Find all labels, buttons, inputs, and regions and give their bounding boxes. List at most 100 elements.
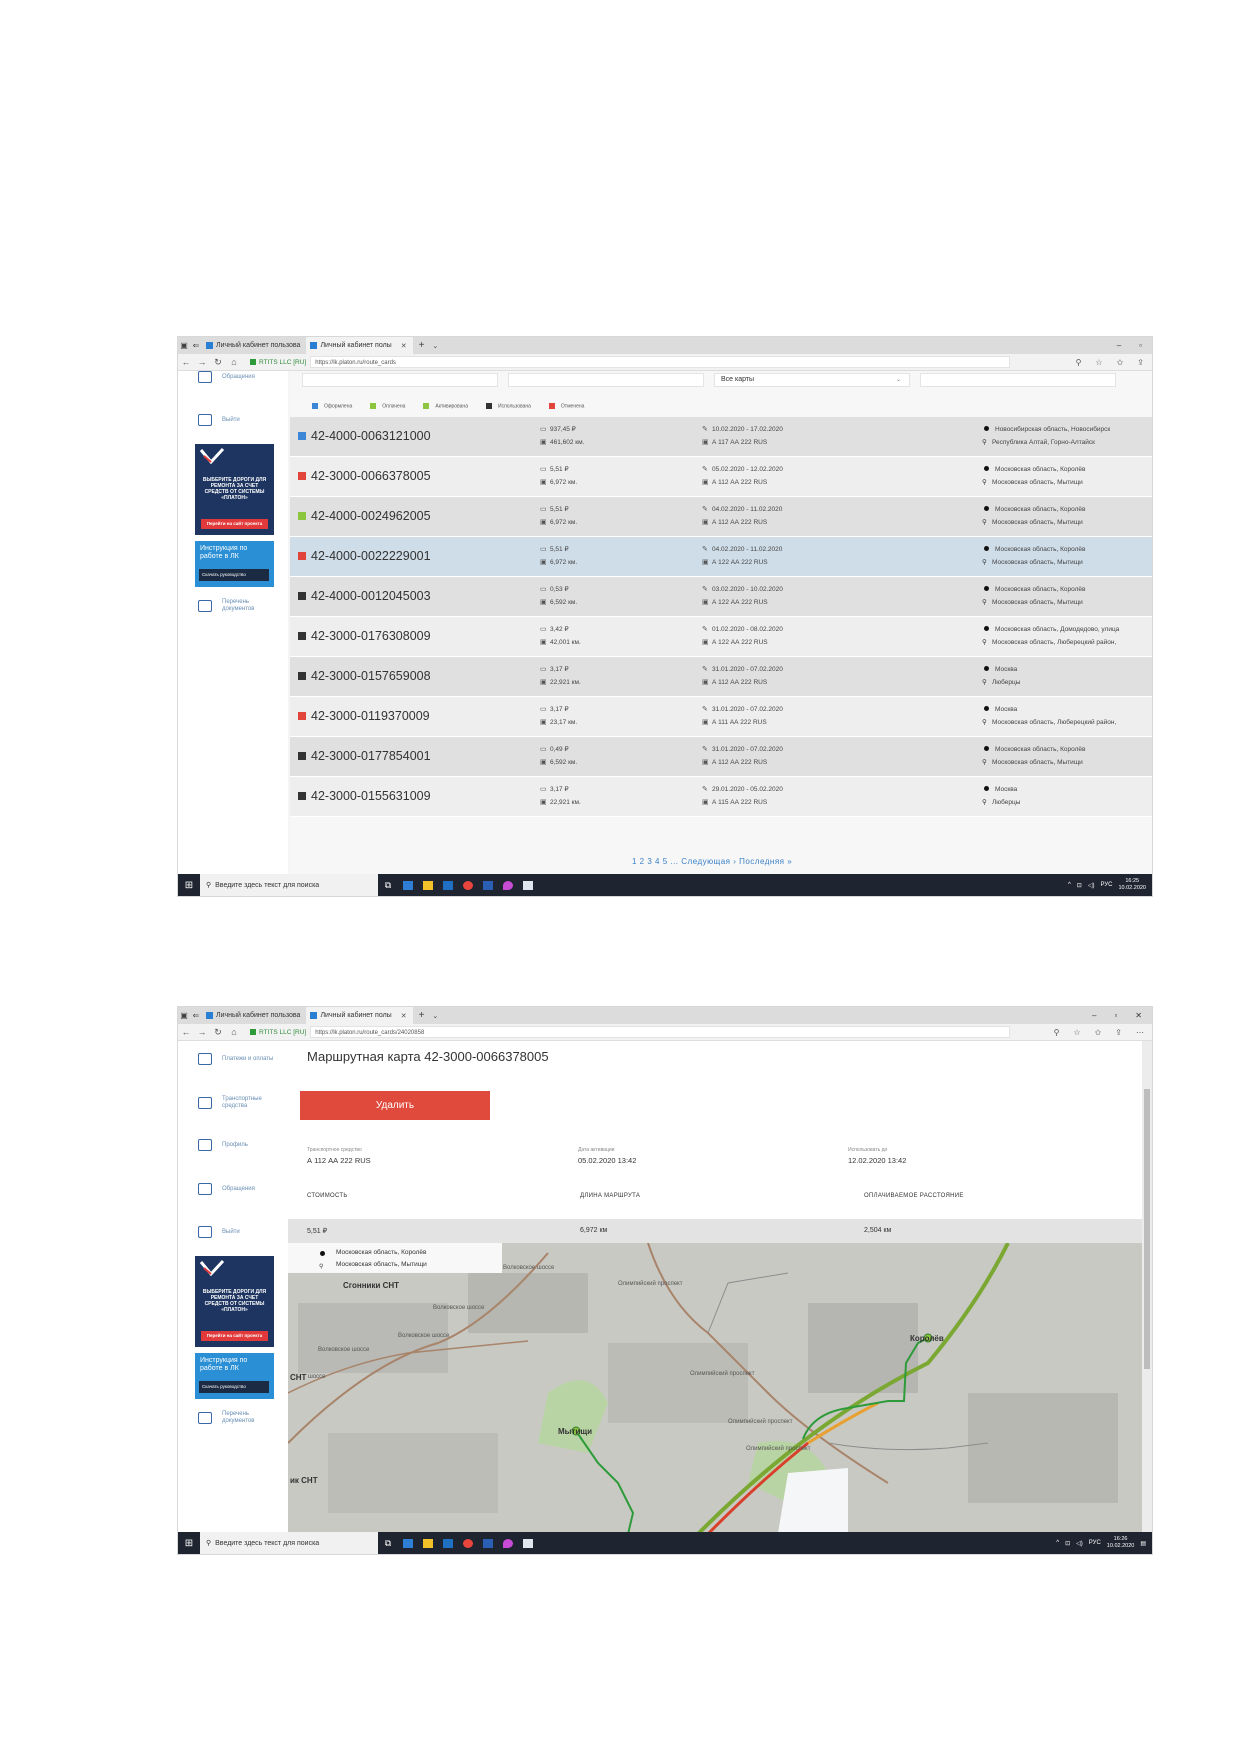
- tab-list-chevron-icon[interactable]: ⌄: [432, 342, 438, 350]
- chrome-icon[interactable]: [458, 874, 478, 896]
- download-guide-button[interactable]: Скачать руководство: [199, 569, 269, 581]
- minimize-icon[interactable]: –: [1092, 1011, 1096, 1020]
- edge-icon[interactable]: [398, 1532, 418, 1554]
- route-card-number[interactable]: 42-3000-0155631009: [311, 789, 431, 803]
- minimize-icon[interactable]: –: [1117, 341, 1121, 350]
- banner-button[interactable]: Перейти на сайт проекта: [201, 519, 268, 529]
- language-indicator[interactable]: РУС: [1089, 1540, 1101, 1546]
- search-input[interactable]: [920, 373, 1116, 387]
- sidebar-item-documents[interactable]: Перечень документов: [198, 1411, 267, 1425]
- word-icon[interactable]: [478, 874, 498, 896]
- favorite-star-icon[interactable]: ☆: [1095, 358, 1102, 367]
- site-identity[interactable]: RTITS LLC [RU]: [259, 359, 306, 366]
- maximize-icon[interactable]: ▫: [1139, 341, 1142, 350]
- url-field[interactable]: https://lk.platon.ru/route_cards: [310, 356, 1011, 368]
- route-card-number[interactable]: 42-3000-0157659008: [311, 669, 431, 683]
- browser-tab-1[interactable]: Личный кабинет пользова: [202, 1007, 306, 1024]
- filter-input-1[interactable]: [302, 373, 498, 387]
- network-icon[interactable]: ⊡: [1065, 1540, 1070, 1547]
- table-row[interactable]: 42-3000-0066378005 ▭ 5,51 ₽ ▣ 6,972 км. ✎ 05.0…: [290, 457, 1152, 497]
- browser-tab-2[interactable]: Личный кабинет полы ✕: [306, 337, 413, 354]
- tab-list-chevron-icon[interactable]: ⌄: [432, 1012, 438, 1020]
- more-icon[interactable]: ⋯: [1136, 1028, 1144, 1037]
- share-icon[interactable]: ⇪: [1115, 1028, 1122, 1037]
- scrollbar-thumb[interactable]: [1144, 1089, 1150, 1369]
- filter-input-2[interactable]: [508, 373, 704, 387]
- refresh-icon[interactable]: ↻: [210, 357, 226, 368]
- photos-icon[interactable]: [518, 874, 538, 896]
- table-row[interactable]: 42-3000-0157659008 ▭ 3,17 ₽ ▣ 22,921 км. ✎ 31.…: [290, 657, 1152, 697]
- word-icon[interactable]: [478, 1532, 498, 1554]
- guide-card[interactable]: Инструкция по работе в ЛК Скачать руково…: [195, 541, 274, 587]
- delete-button[interactable]: Удалить: [300, 1091, 490, 1120]
- sidebar-item-profile[interactable]: Профиль: [198, 1139, 248, 1151]
- table-row[interactable]: 42-3000-0176308009 ▭ 3,42 ₽ ▣ 42,001 км. ✎ 01.…: [290, 617, 1152, 657]
- reader-icon[interactable]: ⚲: [1076, 358, 1082, 367]
- tab-actions-icon[interactable]: ▣: [178, 341, 190, 350]
- tab-back-icon[interactable]: ⇐: [190, 1011, 202, 1020]
- route-card-number[interactable]: 42-3000-0176308009: [311, 629, 431, 643]
- sidebar-item-vehicles[interactable]: Транспортные средства: [198, 1096, 267, 1110]
- route-map[interactable]: ⚲ Московская область, Королёв Московская…: [288, 1243, 1144, 1534]
- notifications-icon[interactable]: ▤: [1140, 1540, 1146, 1547]
- sidebar-item-logout[interactable]: Выйти: [198, 1226, 240, 1238]
- new-tab-icon[interactable]: +: [419, 1010, 425, 1021]
- route-card-number[interactable]: 42-3000-0066378005: [311, 469, 431, 483]
- home-icon[interactable]: ⌂: [226, 357, 242, 367]
- card-status-select[interactable]: Все карты ⌄: [714, 373, 910, 387]
- sidebar-item-appeals[interactable]: Обращения: [198, 371, 255, 383]
- site-identity[interactable]: RTITS LLC [RU]: [259, 1029, 306, 1036]
- sidebar-item-documents[interactable]: Перечень документов: [198, 599, 267, 613]
- forward-arrow-icon[interactable]: →: [194, 1027, 210, 1037]
- maps-pin-icon[interactable]: [498, 874, 518, 896]
- table-row[interactable]: 42-3000-0119370009 ▭ 3,17 ₽ ▣ 23,17 км. ✎ 31.0…: [290, 697, 1152, 737]
- table-row[interactable]: 42-4000-0063121000 ▭ 937,45 ₽ ▣ 461,602 км. ✎…: [290, 417, 1152, 457]
- taskbar-search[interactable]: ⚲ Введите здесь текст для поиска: [200, 874, 378, 896]
- network-icon[interactable]: ⊡: [1077, 882, 1082, 889]
- table-row[interactable]: 42-4000-0012045003 ▭ 0,53 ₽ ▣ 6,592 км. ✎ 03.0…: [290, 577, 1152, 617]
- forward-arrow-icon[interactable]: →: [194, 357, 210, 367]
- explorer-icon[interactable]: [418, 874, 438, 896]
- share-icon[interactable]: ⇪: [1137, 358, 1144, 367]
- task-view-icon[interactable]: ⧉: [378, 874, 398, 896]
- windows-start-icon[interactable]: ⊞: [178, 1538, 200, 1549]
- tab-back-icon[interactable]: ⇐: [190, 341, 202, 350]
- route-card-number[interactable]: 42-4000-0012045003: [311, 589, 431, 603]
- volume-icon[interactable]: ◁): [1076, 1540, 1083, 1547]
- home-icon[interactable]: ⌂: [226, 1027, 242, 1037]
- tray-chevron-icon[interactable]: ^: [1068, 882, 1071, 888]
- outlook-icon[interactable]: [438, 874, 458, 896]
- download-guide-button[interactable]: Скачать руководство: [199, 1381, 269, 1393]
- route-card-number[interactable]: 42-4000-0022229001: [311, 549, 431, 563]
- close-tab-icon[interactable]: ✕: [401, 342, 407, 350]
- maximize-icon[interactable]: ▫: [1114, 1011, 1117, 1020]
- edge-icon[interactable]: [398, 874, 418, 896]
- clock[interactable]: 16:26 10.02.2020: [1107, 1536, 1135, 1550]
- chrome-icon[interactable]: [458, 1532, 478, 1554]
- roads-banner[interactable]: ВЫБЕРИТЕ ДОРОГИ ДЛЯ РЕМОНТА ЗА СЧЕТ СРЕД…: [195, 1256, 274, 1347]
- favorite-star-icon[interactable]: ☆: [1073, 1028, 1080, 1037]
- sidebar-item-appeals[interactable]: Обращения: [198, 1183, 255, 1195]
- route-card-number[interactable]: 42-4000-0024962005: [311, 509, 431, 523]
- language-indicator[interactable]: РУС: [1100, 882, 1112, 888]
- tray-chevron-icon[interactable]: ^: [1056, 1540, 1059, 1546]
- pagination[interactable]: 1 2 3 4 5 ... Следующая › Последняя »: [632, 857, 792, 866]
- clock[interactable]: 16:25 10.02.2020: [1118, 878, 1146, 892]
- photos-icon[interactable]: [518, 1532, 538, 1554]
- banner-button[interactable]: Перейти на сайт проекта: [201, 1331, 268, 1341]
- favorites-icon[interactable]: ✩: [1095, 1028, 1102, 1037]
- taskbar-search[interactable]: ⚲ Введите здесь текст для поиска: [200, 1532, 378, 1554]
- page-scrollbar[interactable]: [1142, 1041, 1152, 1534]
- refresh-icon[interactable]: ↻: [210, 1027, 226, 1038]
- maps-pin-icon[interactable]: [498, 1532, 518, 1554]
- table-row[interactable]: 42-3000-0155631009 ▭ 3,17 ₽ ▣ 22,921 км. ✎ 29.…: [290, 777, 1152, 817]
- route-card-number[interactable]: 42-4000-0063121000: [311, 429, 431, 443]
- close-tab-icon[interactable]: ✕: [401, 1012, 407, 1020]
- new-tab-icon[interactable]: +: [419, 340, 425, 351]
- sidebar-item-logout[interactable]: Выйти: [198, 414, 240, 426]
- task-view-icon[interactable]: ⧉: [378, 1532, 398, 1554]
- browser-tab-1[interactable]: Личный кабинет пользова: [202, 337, 306, 354]
- table-row[interactable]: 42-4000-0024962005 ▭ 5,51 ₽ ▣ 6,972 км. ✎ 04.0…: [290, 497, 1152, 537]
- favorites-icon[interactable]: ✩: [1117, 358, 1124, 367]
- browser-tab-2[interactable]: Личный кабинет полы ✕: [306, 1007, 413, 1024]
